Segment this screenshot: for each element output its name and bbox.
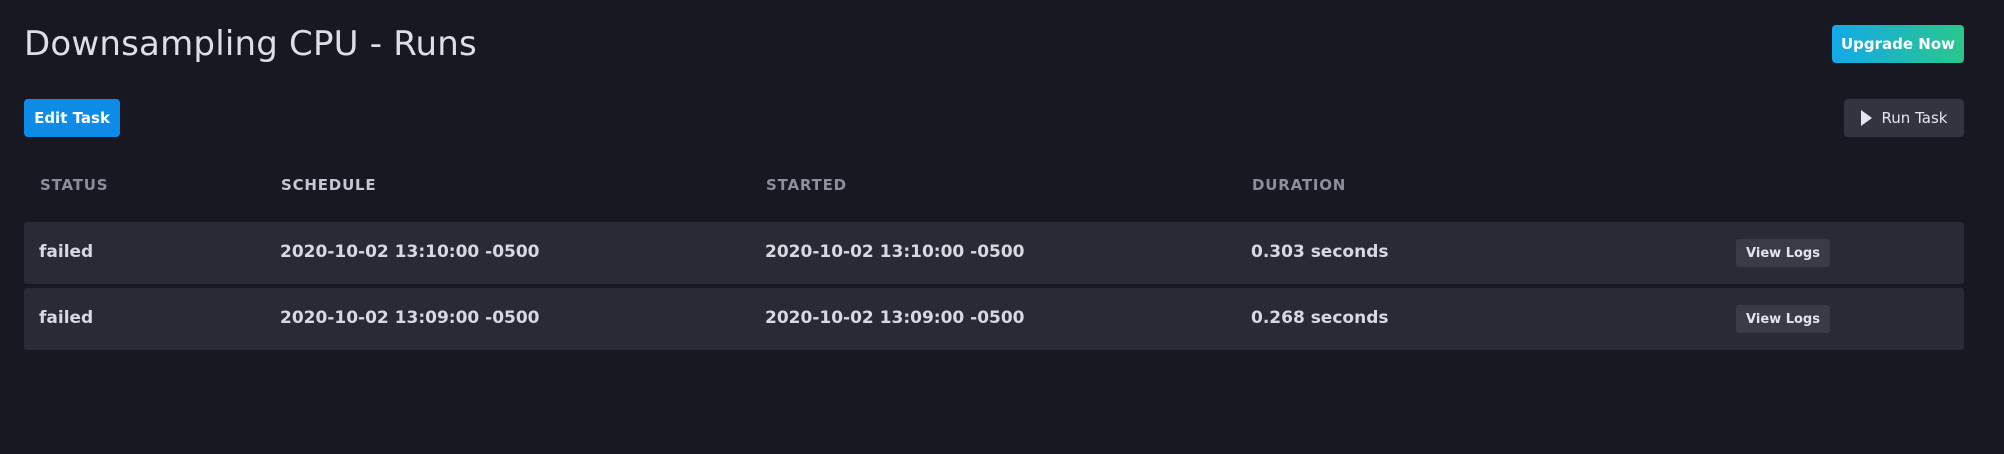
- duration-cell: 0.303 seconds: [1251, 242, 1389, 262]
- started-cell: 2020-10-02 13:10:00 -0500: [765, 242, 1025, 262]
- table-row: failed 2020-10-02 13:09:00 -0500 2020-10…: [24, 288, 1964, 350]
- play-icon: [1860, 110, 1872, 126]
- page-title: Downsampling CPU - Runs: [24, 24, 477, 64]
- view-logs-button[interactable]: View Logs: [1736, 239, 1830, 267]
- edit-task-button[interactable]: Edit Task: [24, 99, 120, 137]
- upgrade-now-button[interactable]: Upgrade Now: [1832, 25, 1964, 63]
- run-task-label: Run Task: [1881, 109, 1948, 127]
- schedule-cell: 2020-10-02 13:10:00 -0500: [280, 242, 540, 262]
- status-cell: failed: [39, 308, 94, 328]
- status-cell: failed: [39, 242, 94, 262]
- table-row: failed 2020-10-02 13:10:00 -0500 2020-10…: [24, 222, 1964, 284]
- column-header-schedule[interactable]: SCHEDULE: [281, 176, 376, 194]
- table-header: STATUS SCHEDULE STARTED DURATION: [24, 172, 1964, 200]
- view-logs-button[interactable]: View Logs: [1736, 305, 1830, 333]
- column-header-started[interactable]: STARTED: [766, 176, 847, 194]
- column-header-status[interactable]: STATUS: [40, 176, 108, 194]
- schedule-cell: 2020-10-02 13:09:00 -0500: [280, 308, 540, 328]
- column-header-duration[interactable]: DURATION: [1252, 176, 1346, 194]
- duration-cell: 0.268 seconds: [1251, 308, 1389, 328]
- started-cell: 2020-10-02 13:09:00 -0500: [765, 308, 1025, 328]
- runs-page: Downsampling CPU - Runs Upgrade Now Edit…: [0, 0, 2004, 454]
- run-task-button[interactable]: Run Task: [1844, 99, 1964, 137]
